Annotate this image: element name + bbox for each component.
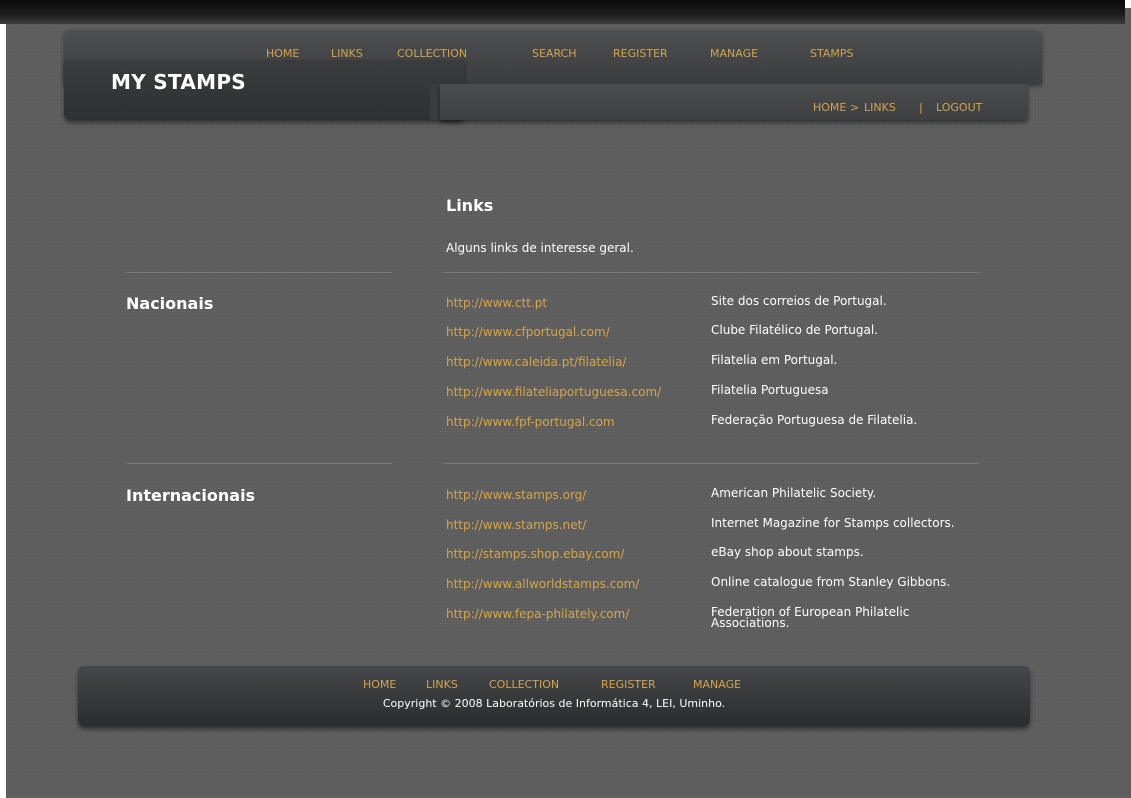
nav-home[interactable]: HOME [266, 47, 299, 60]
link-url[interactable]: http://www.filateliaportuguesa.com/ [446, 385, 661, 399]
link-url[interactable]: http://stamps.shop.ebay.com/ [446, 547, 624, 561]
breadcrumb-home[interactable]: HOME [813, 101, 846, 114]
link-url[interactable]: http://www.allworldstamps.com/ [446, 577, 639, 591]
section-divider-left [126, 463, 392, 464]
section-title-nacionais: Nacionais [126, 294, 214, 313]
link-description: Federation of European Philatelic Associ… [711, 605, 910, 630]
footer-nav-register[interactable]: REGISTER [601, 678, 656, 691]
copyright-text: Copyright © 2008 Laboratórios de Informá… [382, 697, 726, 710]
window-top-bar [0, 0, 1125, 24]
link-url[interactable]: http://www.caleida.pt/filatelia/ [446, 355, 626, 369]
link-description: Filatelia Portuguesa [711, 383, 829, 397]
link-url[interactable]: http://www.fepa-philately.com/ [446, 607, 629, 621]
link-description: American Philatelic Society. [711, 486, 877, 500]
section-divider-right [443, 463, 979, 464]
footer [78, 666, 1030, 726]
link-url[interactable]: http://www.stamps.net/ [446, 518, 586, 532]
footer-nav-home[interactable]: HOME [363, 678, 396, 691]
link-url[interactable]: http://www.cfportugal.com/ [446, 325, 610, 339]
nav-search[interactable]: SEARCH [532, 47, 577, 60]
logout-link[interactable]: LOGOUT [936, 101, 982, 114]
link-description: Clube Filatélico de Portugal. [711, 323, 879, 337]
link-description: Federação Portuguesa de Filatelia. [711, 413, 918, 427]
intro-text: Alguns links de interesse geral. [446, 241, 634, 255]
page-title: Links [446, 196, 494, 215]
link-description: Filatelia em Portugal. [711, 353, 838, 367]
footer-nav-collection[interactable]: COLLECTION [489, 678, 559, 691]
section-divider-right [443, 272, 979, 273]
nav-collection[interactable]: COLLECTION [397, 47, 467, 60]
section-title-internacionais: Internacionais [126, 486, 256, 505]
breadcrumb-links[interactable]: LINKS [864, 101, 896, 114]
link-description: Online catalogue from Stanley Gibbons. [711, 575, 951, 589]
footer-nav-links[interactable]: LINKS [426, 678, 458, 691]
section-divider-left [126, 272, 392, 273]
nav-register[interactable]: REGISTER [613, 47, 668, 60]
link-url[interactable]: http://www.ctt.pt [446, 296, 547, 310]
footer-nav-manage[interactable]: MANAGE [693, 678, 741, 691]
link-description: Internet Magazine for Stamps collectors. [711, 516, 955, 530]
link-url[interactable]: http://www.stamps.org/ [446, 488, 586, 502]
link-description: Site dos correios de Portugal. [711, 294, 887, 308]
site-logo[interactable]: MY STAMPS [111, 70, 246, 94]
link-description: eBay shop about stamps. [711, 545, 864, 559]
nav-links[interactable]: LINKS [331, 47, 363, 60]
breadcrumb-separator: | [919, 101, 923, 114]
nav-stamps[interactable]: STAMPS [810, 47, 853, 60]
link-url[interactable]: http://www.fpf-portugal.com [446, 415, 615, 429]
breadcrumb-arrow: > [850, 101, 860, 114]
nav-manage[interactable]: MANAGE [710, 47, 758, 60]
